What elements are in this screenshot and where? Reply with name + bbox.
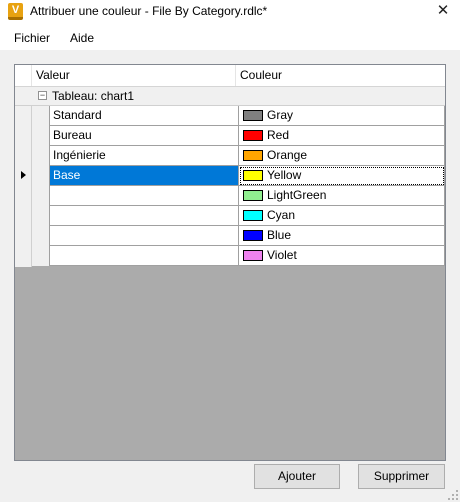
color-cell[interactable]: Yellow: [239, 166, 445, 186]
color-swatch: [243, 250, 263, 261]
value-cell[interactable]: Standard: [49, 106, 239, 126]
table-row[interactable]: Bureau Red: [49, 126, 445, 146]
value-cell[interactable]: [49, 206, 239, 226]
menu-fichier[interactable]: Fichier: [14, 31, 50, 45]
row-header-column: [15, 106, 32, 267]
dialog-body: Valeur Couleur − Tableau: chart1 Standar…: [0, 50, 460, 502]
color-swatch: [243, 150, 263, 161]
color-grid[interactable]: Valeur Couleur − Tableau: chart1 Standar…: [14, 64, 446, 461]
column-header-couleur[interactable]: Couleur: [236, 65, 445, 86]
value-cell[interactable]: Base: [49, 166, 239, 186]
color-name: Violet: [267, 248, 297, 262]
table-row[interactable]: Blue: [49, 226, 445, 246]
menu-bar: Fichier Aide: [0, 26, 460, 50]
group-label: Tableau: chart1: [52, 89, 135, 103]
close-button[interactable]: ✕: [426, 0, 460, 24]
window-title: Attribuer une couleur - File By Category…: [30, 4, 268, 18]
value-cell[interactable]: [49, 246, 239, 266]
table-row-selected[interactable]: Base Yellow: [49, 166, 445, 186]
color-cell[interactable]: Orange: [239, 146, 445, 166]
menu-aide[interactable]: Aide: [70, 31, 94, 45]
color-swatch: [243, 190, 263, 201]
add-button[interactable]: Ajouter: [254, 464, 340, 489]
color-swatch: [243, 230, 263, 241]
group-row[interactable]: − Tableau: chart1: [15, 87, 445, 106]
color-cell[interactable]: Red: [239, 126, 445, 146]
color-name: Cyan: [267, 208, 296, 222]
color-swatch: [243, 210, 263, 221]
color-swatch: [243, 110, 263, 121]
color-cell[interactable]: Blue: [239, 226, 445, 246]
table-row[interactable]: Violet: [49, 246, 445, 266]
color-cell[interactable]: Cyan: [239, 206, 445, 226]
delete-button[interactable]: Supprimer: [358, 464, 445, 489]
color-swatch: [243, 170, 263, 181]
color-name: Gray: [267, 108, 294, 122]
color-name: Orange: [267, 148, 308, 162]
color-name: Yellow: [267, 168, 302, 182]
header-corner: [15, 65, 32, 86]
color-name: Blue: [267, 228, 292, 242]
value-cell[interactable]: [49, 226, 239, 246]
resize-grip-icon[interactable]: [448, 490, 458, 500]
color-cell[interactable]: Violet: [239, 246, 445, 266]
current-row-arrow-icon: [21, 171, 26, 179]
color-swatch: [243, 130, 263, 141]
table-row[interactable]: Standard Gray: [49, 106, 445, 126]
collapse-icon[interactable]: −: [38, 91, 47, 100]
color-cell[interactable]: Gray: [239, 106, 445, 126]
table-row[interactable]: LightGreen: [49, 186, 445, 206]
color-name: Red: [267, 128, 290, 142]
value-cell[interactable]: Bureau: [49, 126, 239, 146]
grid-header: Valeur Couleur: [15, 65, 445, 87]
value-cell[interactable]: [49, 186, 239, 206]
color-cell[interactable]: LightGreen: [239, 186, 445, 206]
app-logo-icon: V: [8, 3, 23, 20]
column-header-valeur[interactable]: Valeur: [32, 65, 236, 86]
title-bar: V Attribuer une couleur - File By Catego…: [0, 0, 460, 26]
color-name: LightGreen: [267, 188, 327, 202]
assign-color-dialog: V Attribuer une couleur - File By Catego…: [0, 0, 460, 502]
table-row[interactable]: Ingénierie Orange: [49, 146, 445, 166]
value-cell[interactable]: Ingénierie: [49, 146, 239, 166]
table-row[interactable]: Cyan: [49, 206, 445, 226]
group-indent: [32, 106, 49, 266]
